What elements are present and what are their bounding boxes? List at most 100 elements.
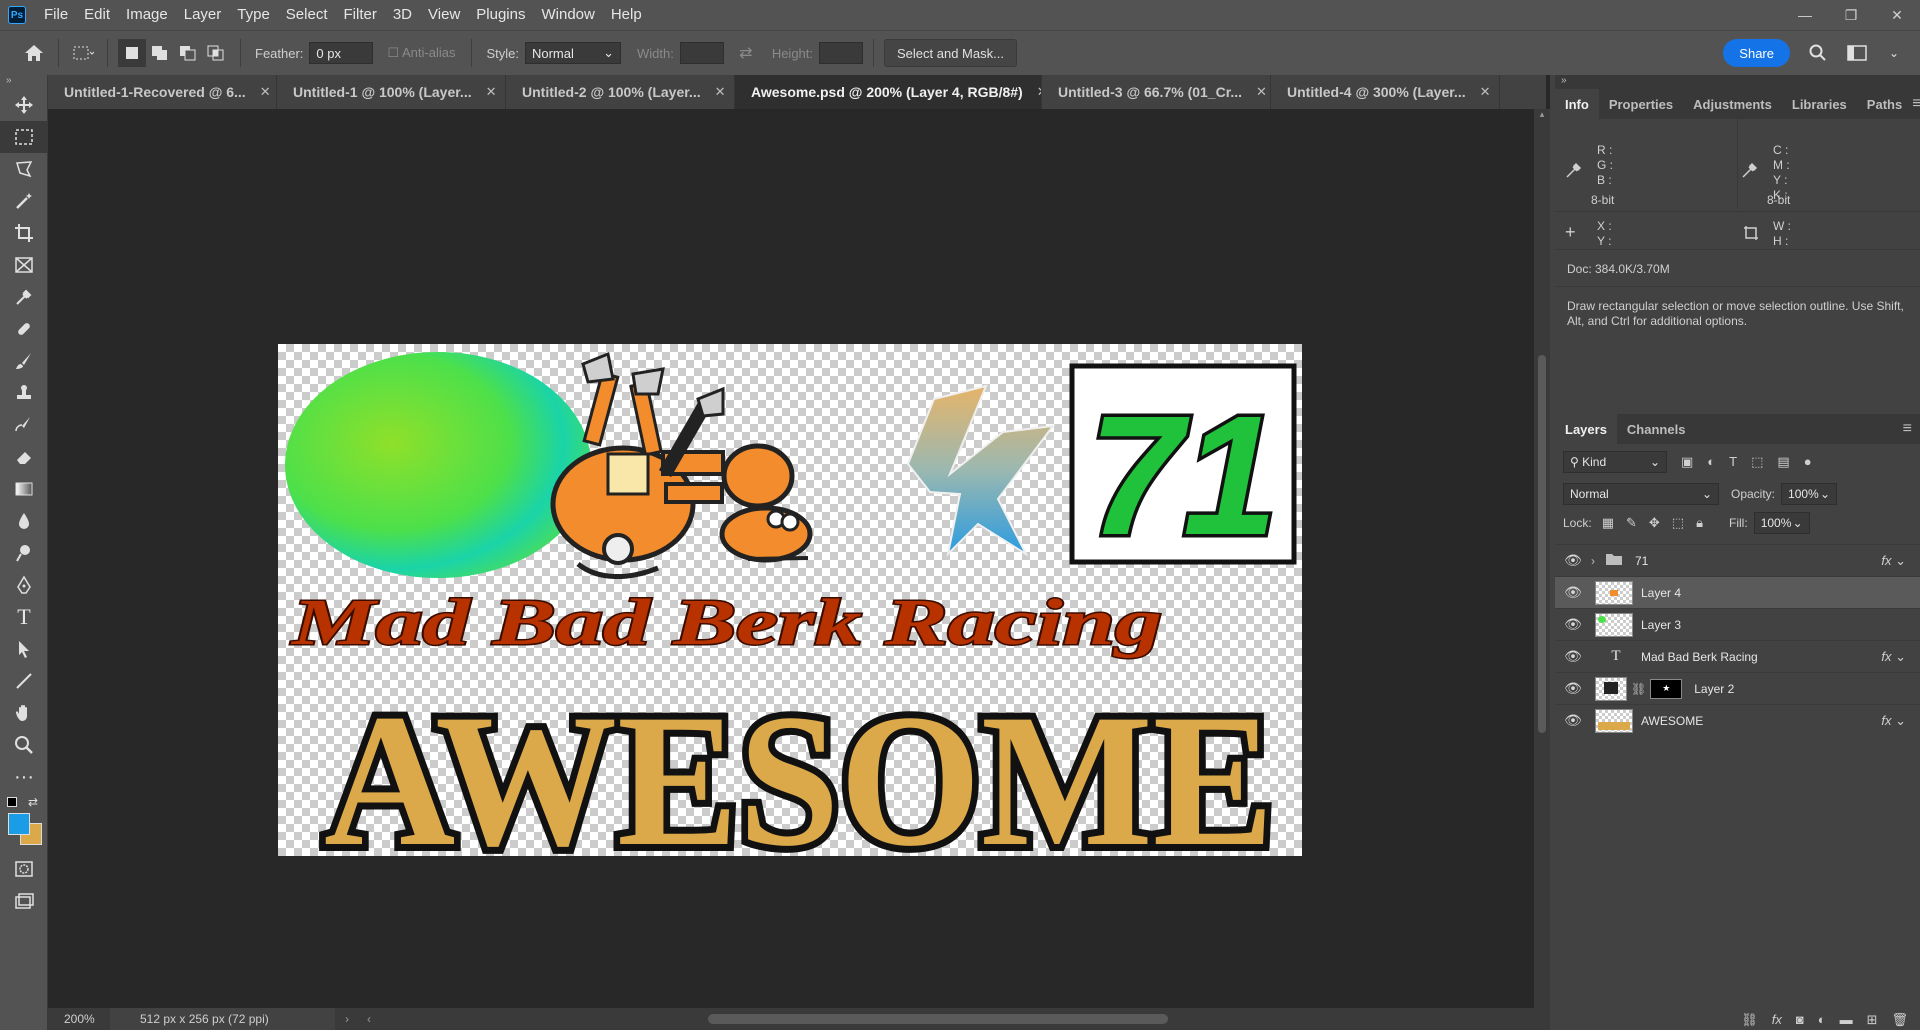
menu-filter[interactable]: Filter: [336, 0, 385, 30]
menu-help[interactable]: Help: [603, 0, 650, 30]
add-mask-icon[interactable]: ◙: [1796, 1012, 1804, 1027]
menu-select[interactable]: Select: [278, 0, 336, 30]
foreground-color-swatch[interactable]: [8, 813, 30, 835]
lock-image-icon[interactable]: ✎: [1626, 515, 1637, 531]
menu-3d[interactable]: 3D: [385, 0, 420, 30]
frame-tool-icon[interactable]: [0, 249, 48, 281]
brush-tool-icon[interactable]: [0, 345, 48, 377]
filter-adjustment-icon[interactable]: ◐: [1707, 454, 1715, 470]
new-group-icon[interactable]: ▬: [1840, 1012, 1853, 1027]
zoom-level[interactable]: 200%: [48, 1012, 110, 1026]
tab-info[interactable]: Info: [1555, 89, 1599, 119]
tab-channels[interactable]: Channels: [1617, 414, 1696, 444]
fill-input[interactable]: 100% ⌄: [1753, 512, 1810, 534]
menu-type[interactable]: Type: [229, 0, 278, 30]
restore-button[interactable]: ❐: [1828, 0, 1874, 30]
quick-mask-icon[interactable]: [0, 853, 48, 885]
tab-untitled-3[interactable]: Untitled-3 @ 66.7% (01_Cr... ✕: [1042, 75, 1271, 109]
pen-tool-icon[interactable]: [0, 569, 48, 601]
width-input[interactable]: [679, 42, 724, 64]
filter-shape-icon[interactable]: ⬚: [1751, 454, 1763, 470]
collapse-toolbar-icon[interactable]: »: [0, 75, 47, 89]
filter-toggle-icon[interactable]: ●: [1804, 454, 1812, 470]
swap-colors-icon[interactable]: ⇄: [28, 795, 38, 809]
home-icon[interactable]: [20, 39, 48, 67]
zoom-tool-icon[interactable]: [0, 729, 48, 761]
more-tools-icon[interactable]: ···: [0, 761, 48, 793]
new-selection-icon[interactable]: [118, 39, 146, 67]
eraser-tool-icon[interactable]: [0, 441, 48, 473]
close-tab-icon[interactable]: ✕: [715, 84, 726, 100]
type-tool-icon[interactable]: T: [0, 601, 48, 633]
delete-layer-icon[interactable]: 🗑︎: [1891, 1012, 1908, 1028]
antialias-checkbox[interactable]: ☐ Anti-alias: [387, 45, 455, 61]
history-brush-tool-icon[interactable]: [0, 409, 48, 441]
magic-wand-tool-icon[interactable]: [0, 185, 48, 217]
intersect-selection-icon[interactable]: [202, 39, 230, 67]
tab-untitled-2[interactable]: Untitled-2 @ 100% (Layer... ✕: [506, 75, 735, 109]
filter-smart-object-icon[interactable]: ▤: [1777, 454, 1789, 470]
tab-paths[interactable]: Paths: [1857, 89, 1912, 119]
clone-stamp-tool-icon[interactable]: [0, 377, 48, 409]
expand-group-icon[interactable]: ›: [1591, 554, 1605, 568]
scrollbar-thumb[interactable]: [1538, 355, 1546, 733]
dodge-tool-icon[interactable]: [0, 537, 48, 569]
layer-effects-icon[interactable]: fx ⌄: [1881, 713, 1906, 729]
lock-artboard-icon[interactable]: ⬚: [1672, 515, 1684, 531]
healing-brush-tool-icon[interactable]: [0, 313, 48, 345]
tab-adjustments[interactable]: Adjustments: [1683, 89, 1782, 119]
chevron-down-icon[interactable]: ⌄: [1880, 39, 1908, 67]
tab-layers[interactable]: Layers: [1555, 414, 1617, 444]
hand-tool-icon[interactable]: [0, 697, 48, 729]
move-tool-icon[interactable]: [0, 89, 48, 121]
new-layer-icon[interactable]: ⊞: [1867, 1012, 1878, 1028]
close-tab-icon[interactable]: ✕: [1256, 84, 1267, 100]
document-canvas[interactable]: 71 Mad Bad Berk Racing AWESOME: [278, 344, 1302, 856]
height-input[interactable]: [819, 42, 864, 64]
eyedropper-tool-icon[interactable]: [0, 281, 48, 313]
rectangular-marquee-tool-icon[interactable]: [0, 121, 48, 153]
lasso-tool-icon[interactable]: [0, 153, 48, 185]
filter-type-icon[interactable]: T: [1729, 454, 1737, 470]
add-selection-icon[interactable]: [146, 39, 174, 67]
close-window-button[interactable]: ✕: [1874, 0, 1920, 30]
layer-effects-icon[interactable]: fx ⌄: [1881, 553, 1906, 569]
layer-filter-select[interactable]: ⚲ Kind ⌄: [1563, 451, 1667, 473]
layer-row-mad-bad-berk-racing[interactable]: 👁︎ T Mad Bad Berk Racing fx ⌄: [1555, 640, 1920, 672]
visibility-eye-icon[interactable]: 👁︎: [1555, 616, 1591, 633]
crop-tool-icon[interactable]: [0, 217, 48, 249]
status-expand-icon[interactable]: ›: [345, 1012, 349, 1026]
add-layer-style-icon[interactable]: fx: [1772, 1012, 1782, 1027]
menu-window[interactable]: Window: [533, 0, 602, 30]
marquee-preset-icon[interactable]: [69, 39, 97, 67]
menu-edit[interactable]: Edit: [76, 0, 118, 30]
lock-position-icon[interactable]: ✥: [1649, 515, 1660, 531]
workspace-icon[interactable]: [1844, 39, 1872, 67]
layer-row-layer-2[interactable]: 👁︎ ⛓︎ ★ Layer 2: [1555, 672, 1920, 704]
default-colors-icon[interactable]: [7, 797, 17, 807]
layer-row-71[interactable]: 👁︎ › 71 fx ⌄: [1555, 544, 1920, 576]
menu-layer[interactable]: Layer: [176, 0, 230, 30]
blend-mode-select[interactable]: Normal ⌄: [1563, 483, 1719, 505]
subtract-selection-icon[interactable]: [174, 39, 202, 67]
visibility-eye-icon[interactable]: 👁︎: [1555, 648, 1591, 665]
scroll-up-icon[interactable]: ▴: [1534, 109, 1550, 120]
panel-menu-icon[interactable]: ≡: [1912, 95, 1920, 113]
tab-properties[interactable]: Properties: [1599, 89, 1683, 119]
lock-all-icon[interactable]: 🔒︎: [1696, 515, 1703, 531]
close-tab-icon[interactable]: ✕: [1480, 84, 1491, 100]
tab-untitled-4[interactable]: Untitled-4 @ 300% (Layer... ✕: [1271, 75, 1500, 109]
blur-tool-icon[interactable]: [0, 505, 48, 537]
filter-pixel-icon[interactable]: ▣: [1681, 454, 1693, 470]
close-tab-icon[interactable]: ✕: [260, 84, 271, 100]
panel-menu-icon[interactable]: ≡: [1903, 420, 1920, 438]
tab-untitled-1-recovered[interactable]: Untitled-1-Recovered @ 6... ✕: [48, 75, 277, 109]
vertical-scrollbar[interactable]: ▴: [1534, 109, 1550, 1008]
style-select[interactable]: Normal ⌄: [524, 42, 621, 64]
path-selection-tool-icon[interactable]: [0, 633, 48, 665]
tab-libraries[interactable]: Libraries: [1782, 89, 1857, 119]
screen-mode-icon[interactable]: [0, 885, 48, 917]
share-button[interactable]: Share: [1723, 39, 1790, 67]
menu-view[interactable]: View: [420, 0, 468, 30]
gradient-tool-icon[interactable]: [0, 473, 48, 505]
